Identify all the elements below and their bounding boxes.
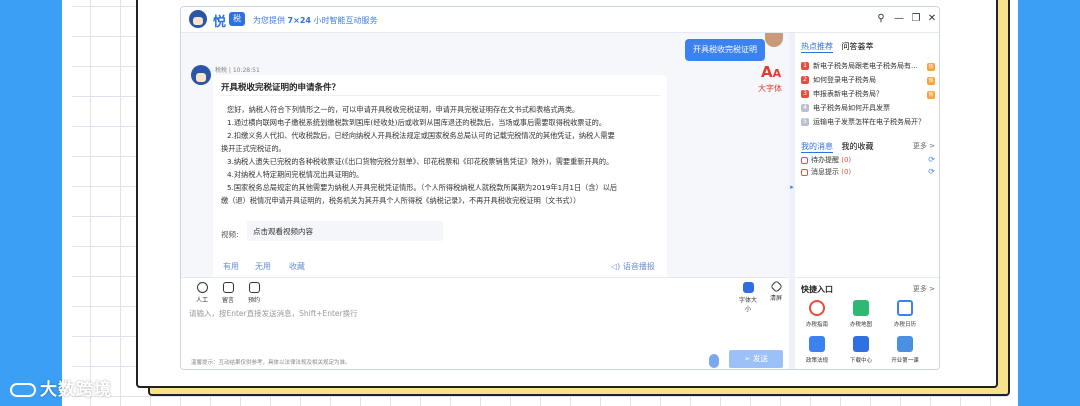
user-message: 开具税收完税证明 <box>685 39 765 61</box>
answer-line: 5.国家税务总局规定的其他需要为纳税人开具完税凭证情形。（个人所得税纳税人就税款… <box>227 183 618 192</box>
chat-window: 悦 税 为您提供 7×24 小时智能互动服务 ⚲ — ❐ ✕ 开具税收完税证明 … <box>180 6 940 370</box>
answer-line: 4.对纳税人特定期间完税情况出具证明的。 <box>227 170 364 179</box>
speaker-icon: ◁) <box>611 262 621 271</box>
leave-message-button[interactable]: 留言 <box>217 282 239 304</box>
sidebar-tabs: 热点推荐 问答荟萃 <box>801 41 880 53</box>
hot-item[interactable]: 1 新电子税务局跟老电子税务局有... 热 <box>801 61 935 73</box>
bot-answer: 开具税收完税证明的申请条件？ 您好，纳税人符合下列情形之一的，可以申请开具税收完… <box>213 75 667 277</box>
quick-entry-title: 快捷入口 <box>801 285 833 294</box>
message-tabs: 我的消息 我的收藏 <box>801 141 880 153</box>
right-blue-frame <box>1008 0 1080 406</box>
clear-screen-button[interactable]: 清屏 <box>765 280 787 302</box>
eraser-icon <box>769 280 783 293</box>
message-notice[interactable]: 消息提示 (0) ⟳ <box>801 167 935 177</box>
download-icon <box>853 336 869 352</box>
font-size-icon[interactable]: AA <box>761 63 781 81</box>
document-icon <box>809 336 825 352</box>
watermark-logo-icon <box>10 383 36 397</box>
mascot-icon <box>189 10 207 28</box>
bot-name-time: 税税 | 10:28:51 <box>215 67 260 74</box>
user-icon[interactable]: ⚲ <box>875 13 887 24</box>
bot-avatar <box>191 65 211 85</box>
refresh-icon[interactable]: ⟳ <box>928 155 935 164</box>
window-titlebar: 悦 税 为您提供 7×24 小时智能互动服务 ⚲ — ❐ ✕ <box>181 7 939 33</box>
hot-item[interactable]: 5 运输电子发票怎样在电子税务局开？ <box>801 117 935 129</box>
appointment-button[interactable]: 预约 <box>243 282 265 304</box>
message-input[interactable]: 请输入，按Enter直接发送消息，Shift+Enter换行 <box>189 308 358 319</box>
quick-tax-calendar[interactable]: 办税日历 <box>885 300 925 328</box>
input-area: 人工 留言 预约 字体大小 清屏 请输入，按Enter直接发送消息，Shift+… <box>181 277 789 369</box>
quick-more-link[interactable]: 更多 > <box>913 284 935 294</box>
quick-policy[interactable]: 政策法规 <box>797 336 837 364</box>
restore-icon[interactable]: ❐ <box>910 13 922 24</box>
video-link[interactable]: 点击观看视频内容 <box>253 226 313 237</box>
video-link-box[interactable]: 点击观看视频内容 <box>247 221 443 241</box>
answer-line: 您好，纳税人符合下列情形之一的，可以申请开具税收完税证明，申请开具完税证明存在文… <box>227 105 580 114</box>
answer-line: 缴（退）税情况申请开具证明的，税务机关为其开具个人所得税《纳税记录》，不再开具税… <box>221 196 581 205</box>
quick-first-lesson[interactable]: 开业第一课 <box>885 336 925 364</box>
video-label: 视频: <box>221 230 239 239</box>
favorite-button[interactable]: 收藏 <box>289 261 305 272</box>
answer-line: 换开正式完税证的。 <box>221 144 286 153</box>
send-button[interactable]: ➢ 发送 <box>729 350 783 368</box>
calendar-icon <box>248 282 260 293</box>
hot-item[interactable]: 2 如何登录电子税务局热 <box>801 75 935 87</box>
hot-tag-icon: 热 <box>927 63 935 71</box>
mail-icon <box>801 168 808 176</box>
headset-icon <box>196 282 208 293</box>
tab-qa-collection[interactable]: 问答荟萃 <box>842 41 874 52</box>
hot-item[interactable]: 4 电子税务局如何开具发票 <box>801 103 935 115</box>
tab-hot-recommend[interactable]: 热点推荐 <box>801 41 833 53</box>
calendar-icon <box>897 300 913 316</box>
hot-tag-icon: 热 <box>927 91 935 99</box>
sidebar: 热点推荐 问答荟萃 1 新电子税务局跟老电子税务局有... 热 2 如何登录电子税务局… <box>795 33 939 369</box>
app-logo: 悦 <box>213 15 227 30</box>
certificate-icon <box>897 336 913 352</box>
divider <box>221 95 661 96</box>
todo-reminder[interactable]: 待办提醒 (0) ⟳ <box>801 155 935 165</box>
answer-line: 1.通过横向联网电子缴税系统划缴税款到国库(经收处)后或收到从国库退还的税款后，… <box>227 118 607 127</box>
human-agent-button[interactable]: 人工 <box>191 282 213 304</box>
font-icon <box>742 282 754 293</box>
quick-download[interactable]: 下载中心 <box>841 336 881 364</box>
answer-line: 2.扣缴义务人代扣、代收税款后，已经向纳税人开具税法规定或国家税务总局认可的记载… <box>227 131 615 140</box>
compass-icon <box>809 300 825 316</box>
voice-broadcast-button[interactable]: ◁) 语音播报 <box>611 261 655 272</box>
bell-icon <box>801 156 808 164</box>
useful-button[interactable]: 有用 <box>223 261 239 272</box>
messages-more-link[interactable]: 更多 > <box>913 141 935 151</box>
left-blue-frame <box>0 0 72 406</box>
tab-my-favorites[interactable]: 我的收藏 <box>842 141 874 152</box>
useless-button[interactable]: 无用 <box>255 261 271 272</box>
font-size-label[interactable]: 大字体 <box>758 83 782 94</box>
answer-line: 3.纳税人遗失已完税的各种税收票证(《出口货物完税分割单》、印花税票和《印花税票… <box>227 157 614 166</box>
app-badge: 税 <box>229 12 245 26</box>
hot-item[interactable]: 3 申报表新电子税务局？热 <box>801 89 935 101</box>
slogan: 为您提供 7×24 小时智能互动服务 <box>253 16 378 25</box>
close-icon[interactable]: ✕ <box>926 13 938 24</box>
answer-body: 您好，纳税人符合下列情形之一的，可以申请开具税收完税证明，申请开具完税证明存在文… <box>221 103 663 207</box>
microphone-icon[interactable] <box>709 354 719 368</box>
tab-my-messages[interactable]: 我的消息 <box>801 141 833 153</box>
answer-title: 开具税收完税证明的申请条件？ <box>221 83 341 93</box>
minimize-icon[interactable]: — <box>893 13 905 24</box>
watermark: 大数跨境 <box>10 375 112 400</box>
user-avatar <box>765 33 783 47</box>
edit-icon <box>222 282 234 293</box>
quick-tax-map[interactable]: 办税地图 <box>841 300 881 328</box>
font-size-tool[interactable]: 字体大小 <box>737 282 759 313</box>
refresh-icon[interactable]: ⟳ <box>928 167 935 176</box>
hot-tag-icon: 热 <box>927 77 935 85</box>
quick-entry-panel: 快捷入口 更多 > 办税指南 办税地图 办税日历 政策法规 下载中心 开业第一课 <box>795 277 939 369</box>
quick-tax-guide[interactable]: 办税指南 <box>797 300 837 328</box>
chat-panel: 开具税收完税证明 AA 大字体 税税 | 10:28:51 开具税收完税证明的申… <box>181 33 789 277</box>
disclaimer: 温馨提示：互动结果仅供参考，具体以法律法规及相关规定为准。 <box>191 360 351 366</box>
map-icon <box>853 300 869 316</box>
